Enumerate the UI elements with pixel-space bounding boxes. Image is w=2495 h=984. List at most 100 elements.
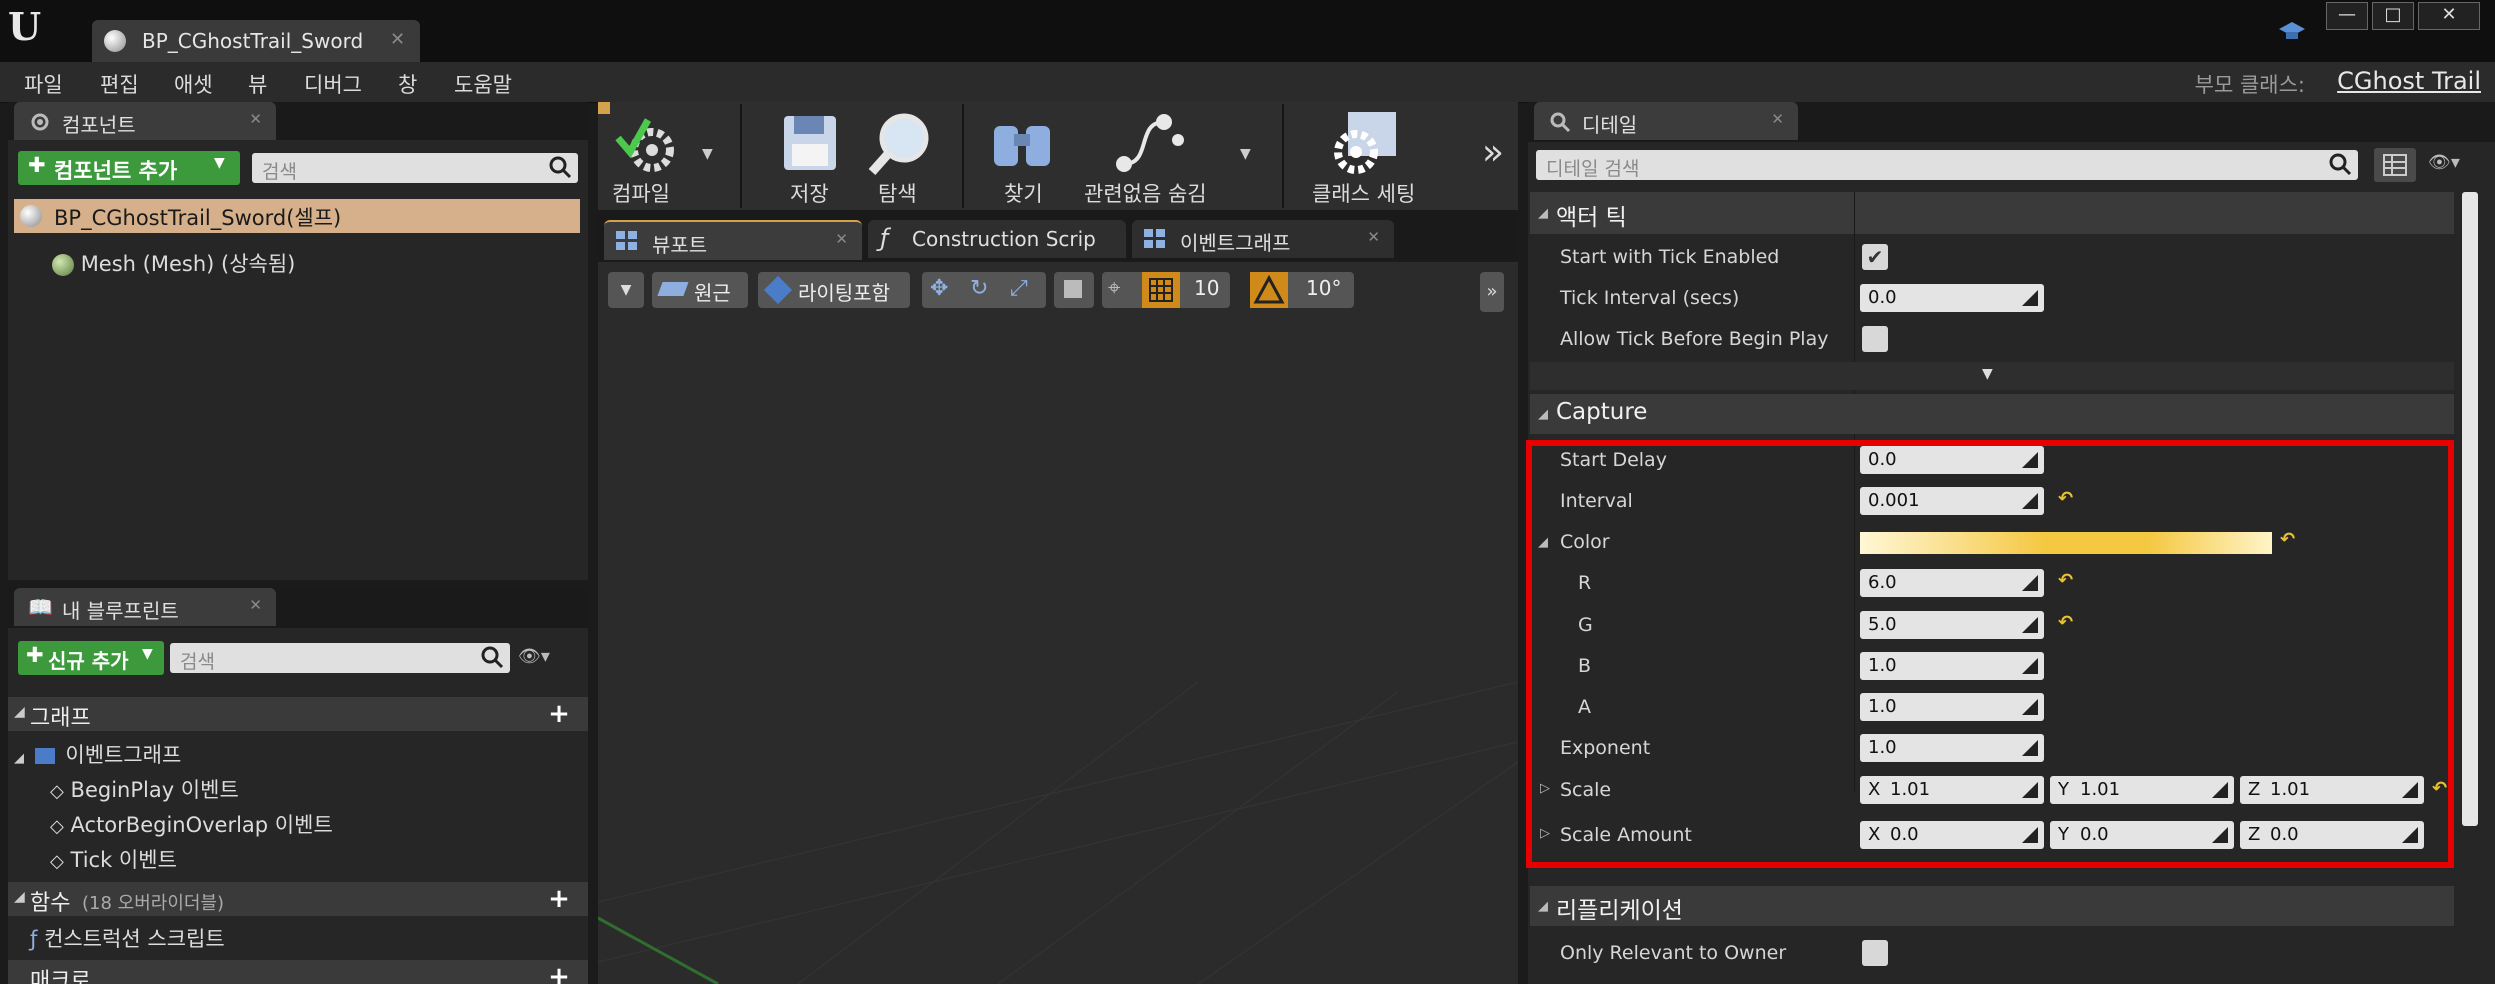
add-macro-icon[interactable]: +: [546, 964, 572, 984]
viewport-options-chevron-icon[interactable]: ▼: [608, 272, 644, 308]
replication-category[interactable]: ◢ 리플리케이션: [1530, 886, 2454, 926]
components-search-input[interactable]: 검색: [252, 153, 578, 183]
event-graph-tab[interactable]: 이벤트그래프 ✕: [1132, 220, 1394, 258]
components-icon: [28, 110, 52, 134]
property-matrix-button[interactable]: [2374, 148, 2416, 182]
menu-asset[interactable]: 애셋: [174, 69, 213, 99]
blueprint-search-input[interactable]: 검색: [170, 643, 510, 673]
find-label[interactable]: 찾기: [1004, 178, 1043, 208]
event-label: BeginPlay 이벤트: [70, 778, 239, 802]
macros-header-label: 매크로: [30, 969, 91, 984]
add-function-icon[interactable]: +: [546, 886, 572, 912]
save-label[interactable]: 저장: [790, 178, 829, 208]
construction-script-row[interactable]: ƒ 컨스트럭션 스크립트: [30, 923, 225, 953]
rotation-snap-toggle[interactable]: [1250, 272, 1288, 308]
capture-category[interactable]: ◢ Capture: [1530, 394, 2454, 434]
unreal-logo-icon[interactable]: U: [8, 4, 52, 49]
viewport[interactable]: [598, 262, 1518, 984]
my-blueprint-tab[interactable]: 📖 내 블루프린트 ✕: [14, 588, 276, 626]
hide-unrelated-chevron-icon[interactable]: ▼: [1240, 146, 1251, 162]
find-binoculars-icon[interactable]: [988, 112, 1058, 174]
hide-unrelated-icon[interactable]: [1112, 110, 1186, 174]
plus-icon: ✚: [26, 643, 44, 667]
menu-help[interactable]: 도움말: [454, 69, 512, 99]
graphs-section-header[interactable]: ◢ 그래프 +: [8, 697, 588, 731]
component-row-self[interactable]: BP_CGhostTrail_Sword(셀프): [14, 199, 580, 233]
menu-view[interactable]: 뷰: [248, 69, 267, 99]
rotate-tool-icon[interactable]: ↻: [970, 276, 988, 301]
macros-section-header[interactable]: 매크로 +: [8, 960, 588, 984]
toolbar-overflow-icon[interactable]: »: [1482, 132, 1504, 173]
viewport-tab[interactable]: 뷰포트 ✕: [604, 220, 862, 260]
graduation-cap-icon[interactable]: [2278, 20, 2306, 44]
add-component-button[interactable]: ✚ 컴포넌트 추가 ▼: [18, 151, 240, 185]
document-tab[interactable]: BP_CGhostTrail_Sword ✕: [92, 20, 420, 62]
hide-unrelated-label[interactable]: 관련없음 숨김: [1084, 178, 1207, 208]
event-row-overlap[interactable]: ◇ ActorBeginOverlap 이벤트: [50, 809, 333, 839]
search-icon: [481, 646, 504, 669]
browse-magnifier-icon[interactable]: [866, 108, 936, 178]
view-options-eye-icon[interactable]: 👁▾: [2428, 152, 2482, 178]
menu-edit[interactable]: 편집: [100, 69, 139, 99]
cube-icon: [1064, 280, 1082, 298]
menu-window[interactable]: 창: [398, 69, 417, 99]
view-options-eye-icon[interactable]: 👁▾: [518, 646, 570, 670]
details-scrollbar[interactable]: [2462, 192, 2478, 826]
my-blueprint-tab-close-icon[interactable]: ✕: [249, 596, 262, 614]
chevron-down-icon: ▼: [142, 646, 153, 662]
details-search-input[interactable]: 디테일 검색: [1536, 150, 2358, 180]
start-with-tick-checkbox[interactable]: ✔: [1862, 244, 1888, 270]
close-window-button[interactable]: ✕: [2418, 2, 2480, 30]
blueprint-sphere-icon: [104, 30, 126, 52]
actor-tick-category[interactable]: ◢ 액터 틱: [1530, 192, 2454, 234]
perspective-button[interactable]: 원근: [652, 272, 748, 308]
maximize-button[interactable]: □: [2372, 2, 2414, 30]
scale-tool-icon[interactable]: ⤢: [1010, 276, 1028, 301]
compile-label[interactable]: 컴파일: [612, 178, 670, 208]
rotation-snap-value[interactable]: 10°: [1306, 276, 1341, 300]
tick-interval-field[interactable]: 0.0: [1860, 284, 2044, 312]
parent-class-link[interactable]: CGhost Trail: [2337, 67, 2481, 95]
expand-triangle-icon: ◢: [1538, 407, 1548, 422]
details-tab-close-icon[interactable]: ✕: [1771, 110, 1784, 128]
add-graph-icon[interactable]: +: [546, 701, 572, 727]
lit-mode-button[interactable]: 라이팅포함: [758, 272, 910, 308]
functions-section-header[interactable]: ◢ 함수 (18 오버라이더블) +: [8, 882, 588, 916]
compile-icon[interactable]: [612, 108, 684, 180]
component-row-mesh[interactable]: Mesh (Mesh) (상속됨): [52, 248, 295, 278]
close-tab-icon[interactable]: ✕: [390, 29, 405, 50]
advanced-expander[interactable]: ▼: [1530, 362, 2454, 390]
class-settings-label[interactable]: 클래스 세팅: [1312, 178, 1415, 208]
add-new-button[interactable]: ✚ 신규 추가 ▼: [18, 641, 164, 675]
only-relevant-checkbox[interactable]: [1862, 940, 1888, 966]
minimize-button[interactable]: —: [2326, 2, 2368, 30]
angle-icon: [1253, 274, 1285, 304]
menu-debug[interactable]: 디버그: [304, 69, 362, 99]
details-tab[interactable]: 디테일 ✕: [1534, 102, 1798, 140]
event-row-tick[interactable]: ◇ Tick 이벤트: [50, 844, 177, 874]
table-icon: [2383, 154, 2407, 176]
grid-snap-value[interactable]: 10: [1194, 276, 1219, 300]
component-self-label: BP_CGhostTrail_Sword(셀프): [54, 206, 342, 230]
components-tab[interactable]: 컴포넌트 ✕: [14, 102, 276, 140]
viewport-tab-close-icon[interactable]: ✕: [835, 230, 848, 248]
chevron-down-icon: ▼: [214, 155, 225, 171]
construction-script-tab[interactable]: ƒ Construction Scrip: [868, 220, 1126, 258]
grid-snap-group: ⌖ 10: [1102, 272, 1230, 308]
event-graph-tab-close-icon[interactable]: ✕: [1367, 228, 1380, 246]
components-tab-close-icon[interactable]: ✕: [249, 110, 262, 128]
save-icon[interactable]: [780, 112, 840, 174]
surface-snap-icon[interactable]: ⌖: [1108, 276, 1120, 301]
class-settings-icon[interactable]: [1330, 110, 1400, 176]
move-tool-icon[interactable]: ✥: [930, 276, 948, 301]
event-row-beginplay[interactable]: ◇ BeginPlay 이벤트: [50, 774, 239, 804]
grid-snap-toggle[interactable]: [1142, 272, 1180, 308]
coordinate-system-button[interactable]: [1054, 272, 1094, 308]
allow-tick-checkbox[interactable]: [1862, 326, 1888, 352]
menu-file[interactable]: 파일: [24, 69, 63, 99]
viewport-tab-label: 뷰포트: [652, 233, 708, 257]
browse-label[interactable]: 탐색: [878, 178, 917, 208]
compile-options-chevron-icon[interactable]: ▼: [702, 146, 713, 162]
viewport-overflow-icon[interactable]: »: [1480, 272, 1504, 312]
event-graph-row[interactable]: ◢ 이벤트그래프: [14, 739, 181, 769]
